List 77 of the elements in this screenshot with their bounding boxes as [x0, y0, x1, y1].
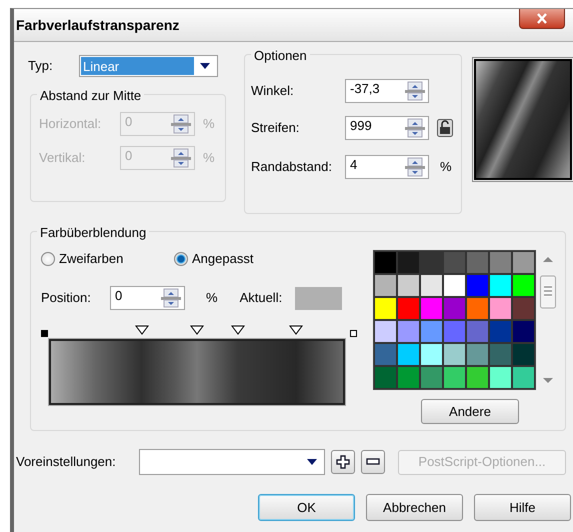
marker-triangle-icon[interactable] — [134, 325, 149, 335]
color-swatch[interactable] — [420, 251, 443, 274]
color-swatch[interactable] — [397, 251, 420, 274]
color-swatch[interactable] — [489, 320, 512, 343]
marker-triangle-icon[interactable] — [289, 325, 304, 335]
color-swatch[interactable] — [466, 343, 489, 366]
color-swatch[interactable] — [374, 343, 397, 366]
field-label: Randabstand: — [251, 158, 333, 176]
dialog-button[interactable]: OK — [258, 494, 355, 521]
radio-option[interactable]: Angepasst — [174, 249, 254, 269]
color-swatch[interactable] — [420, 320, 443, 343]
color-swatch[interactable] — [374, 320, 397, 343]
color-swatch[interactable] — [512, 366, 535, 389]
field-label: Horizontal: — [39, 115, 102, 134]
other-colors-button[interactable]: Andere — [421, 399, 519, 424]
color-swatch[interactable] — [512, 320, 535, 343]
color-swatch[interactable] — [397, 343, 420, 366]
presets-label: Voreinstellungen: — [16, 453, 117, 472]
color-swatch[interactable] — [443, 320, 466, 343]
field-label: Position: — [41, 289, 92, 308]
radio-option[interactable]: Zweifarben — [41, 249, 174, 269]
color-swatch[interactable] — [397, 297, 420, 320]
unit-label: % — [206, 289, 218, 308]
unit-label: % — [440, 158, 452, 176]
remove-button[interactable] — [361, 450, 385, 474]
color-swatch[interactable] — [489, 366, 512, 389]
type-label: Typ: — [28, 57, 54, 76]
color-swatch[interactable] — [512, 274, 535, 297]
end-marker-icon[interactable] — [41, 330, 48, 337]
lock-icon[interactable] — [437, 119, 453, 137]
marker-triangle-icon[interactable] — [190, 325, 204, 335]
color-swatch[interactable] — [397, 320, 420, 343]
color-swatch[interactable] — [374, 274, 397, 297]
color-swatch[interactable] — [466, 320, 489, 343]
color-swatch[interactable] — [489, 297, 512, 320]
color-swatch[interactable] — [512, 297, 535, 320]
color-swatch[interactable] — [466, 251, 489, 274]
end-marker-icon[interactable] — [350, 330, 357, 337]
color-swatch[interactable] — [443, 297, 466, 320]
color-swatch[interactable] — [397, 366, 420, 389]
unit-label: % — [203, 115, 215, 134]
unit-label: % — [203, 149, 215, 168]
window-title: Farbverlaufstransparenz — [16, 16, 180, 35]
field-label: Streifen: — [251, 119, 300, 138]
color-swatch[interactable] — [466, 274, 489, 297]
close-button[interactable] — [519, 9, 565, 29]
field-label: Vertikal: — [39, 149, 86, 168]
color-swatch[interactable] — [512, 251, 535, 274]
color-swatch[interactable] — [512, 343, 535, 366]
color-swatch[interactable] — [443, 251, 466, 274]
color-swatch[interactable] — [443, 274, 466, 297]
color-swatch[interactable] — [420, 343, 443, 366]
caret-icon[interactable] — [200, 63, 210, 69]
caret-icon[interactable] — [307, 459, 317, 465]
color-swatch[interactable] — [466, 366, 489, 389]
color-swatch[interactable] — [489, 343, 512, 366]
plus-icon[interactable] — [336, 455, 350, 469]
color-swatch[interactable] — [443, 366, 466, 389]
dialog-button[interactable]: Hilfe — [474, 494, 571, 521]
field-label: Winkel: — [251, 82, 295, 100]
dialog-button[interactable]: Abbrechen — [366, 494, 463, 521]
minus-icon[interactable] — [366, 458, 380, 466]
color-swatch[interactable] — [443, 343, 466, 366]
color-swatch[interactable] — [489, 251, 512, 274]
color-swatch[interactable] — [374, 297, 397, 320]
color-swatch[interactable] — [466, 297, 489, 320]
color-swatch[interactable] — [374, 366, 397, 389]
close-icon[interactable] — [536, 13, 548, 24]
color-swatch[interactable] — [420, 366, 443, 389]
color-swatch[interactable] — [397, 274, 420, 297]
color-swatch[interactable] — [489, 274, 512, 297]
marker-triangle-icon[interactable] — [230, 325, 245, 335]
add-button[interactable] — [331, 450, 355, 474]
color-swatch[interactable] — [420, 274, 443, 297]
color-swatch[interactable] — [374, 251, 397, 274]
field-label: Aktuell: — [240, 289, 282, 308]
color-swatch[interactable] — [420, 297, 443, 320]
